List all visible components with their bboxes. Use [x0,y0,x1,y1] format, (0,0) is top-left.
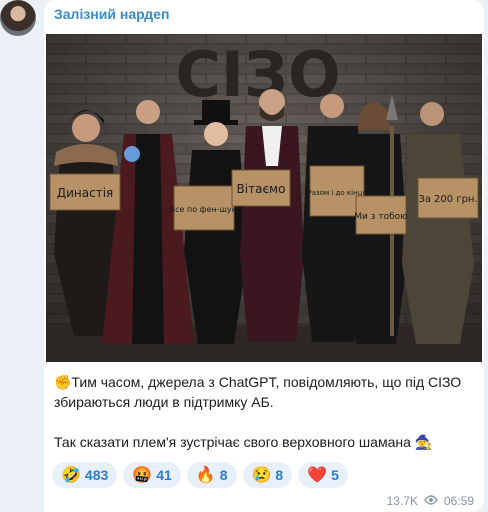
sign-6-text: За 200 грн. [418,194,477,205]
reactions-bar: 🤣 483 🤬 41 🔥 8 😢 8 ❤️ 5 [52,462,348,488]
reaction-count: 483 [84,467,109,483]
sign-2: Все по фен-шую [170,185,239,231]
sign-1: Династія [49,173,121,211]
message-time: 06:59 [443,494,474,508]
sign-5-text: Ми з тобою [354,212,408,222]
reaction-angry[interactable]: 🤬 41 [123,462,181,488]
heart-emoji-icon: ❤️ [307,467,328,484]
message-meta: 13.7K 06:59 [387,494,474,508]
reaction-count: 8 [219,467,228,483]
angry-emoji-icon: 🤬 [132,467,153,484]
cry-emoji-icon: 😢 [251,467,272,484]
message-line-2: Так сказати плем'я зустрічає свого верхо… [54,434,433,450]
sign-1-text: Династія [57,186,114,200]
reaction-count: 8 [275,467,284,483]
eye-icon [424,494,438,508]
sign-6: За 200 грн. [417,177,479,219]
post-photo[interactable]: СІЗО Династія Все по фен-шую Вітаємо Раз… [46,34,482,362]
reaction-cry[interactable]: 😢 8 [242,462,293,488]
channel-avatar[interactable] [0,0,36,36]
reaction-count: 41 [156,467,172,483]
reaction-rofl[interactable]: 🤣 483 [52,462,118,488]
reaction-fire[interactable]: 🔥 8 [186,462,237,488]
message-line-1: ✊Тим часом, джерела з ChatGPT, повідомля… [54,374,462,410]
rofl-emoji-icon: 🤣 [61,467,81,484]
fire-emoji-icon: 🔥 [195,467,216,484]
sign-3-text: Вітаємо [237,182,286,196]
sign-2-text: Все по фен-шую [170,205,239,214]
sign-3: Вітаємо [231,169,291,207]
reaction-heart[interactable]: ❤️ 5 [298,462,348,488]
view-count: 13.7K [386,494,418,508]
message-text: ✊Тим часом, джерела з ChatGPT, повідомля… [54,372,474,452]
reaction-count: 5 [331,467,339,483]
wall-text: СІЗО [175,38,340,111]
message-bubble: Залізний нардеп СІЗО Династія Все по фен… [44,0,484,512]
sign-5: Ми з тобою [354,195,408,235]
channel-name[interactable]: Залізний нардеп [54,6,169,22]
